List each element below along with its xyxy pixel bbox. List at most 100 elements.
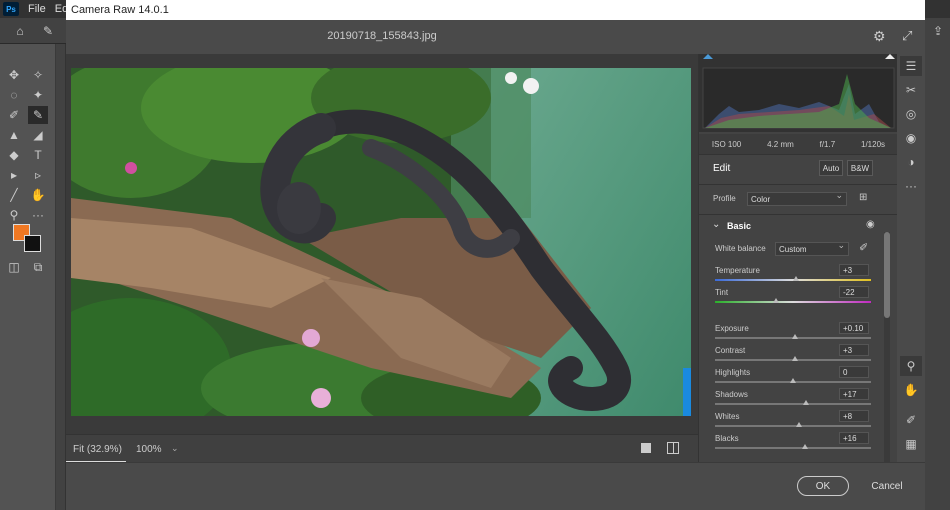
file-bar: 20190718_155843.jpg ⚙ ⤢ [66, 20, 925, 54]
slider-thumb[interactable] [772, 298, 779, 303]
hand-tool-icon[interactable]: ✋ [28, 186, 48, 204]
auto-button[interactable]: Auto [819, 160, 843, 176]
type-tool-icon[interactable]: T [28, 146, 48, 164]
ok-button[interactable]: OK [797, 476, 849, 496]
profile-select[interactable]: Color [747, 190, 847, 206]
chevron-down-icon[interactable]: ⌄ [712, 219, 720, 230]
eraser-tool-icon[interactable]: ◢ [28, 126, 48, 144]
presets-icon[interactable]: ◑ [900, 152, 922, 172]
slider-value-input[interactable]: +0.10 [839, 322, 869, 334]
slider-track[interactable] [715, 425, 871, 427]
more-tools-icon[interactable]: ··· [28, 206, 48, 224]
before-after-icon[interactable] [667, 442, 679, 454]
slider-label: Shadows [715, 390, 748, 399]
healing-icon[interactable]: ✂ [900, 80, 922, 100]
slider-track[interactable] [715, 447, 871, 449]
slider-label: Tint [715, 288, 729, 297]
profile-row: Profile Color ⊞ [699, 184, 898, 212]
chevron-down-icon[interactable]: ⌄ [171, 443, 179, 454]
edit-panel: ISO 100 4.2 mm f/1.7 1/120s Edit Auto B&… [698, 54, 898, 462]
more-options-icon[interactable]: ··· [900, 176, 922, 196]
filename: 20190718_155843.jpg [327, 30, 437, 42]
grid-overlay-icon[interactable]: ▦ [900, 434, 922, 454]
fullscreen-icon[interactable]: ⤢ [902, 28, 912, 44]
single-view-icon[interactable] [641, 443, 651, 453]
ps-options-bar: ⌂ ✎ [0, 18, 66, 44]
hand-icon[interactable]: ✋ [900, 380, 922, 400]
slider-value-input[interactable]: -22 [839, 286, 869, 298]
slider-thumb[interactable] [803, 400, 810, 405]
slider-value-input[interactable]: +17 [839, 388, 869, 400]
cancel-button[interactable]: Cancel [861, 476, 913, 496]
brush-icon[interactable]: ✎ [38, 22, 58, 40]
slider-label: Blacks [715, 434, 739, 443]
slider-track[interactable] [715, 403, 871, 405]
slider-thumb[interactable] [802, 444, 809, 449]
slider-label: Exposure [715, 324, 749, 333]
color-sampler-icon[interactable]: ✐ [900, 410, 922, 430]
slider-value-input[interactable]: 0 [839, 366, 869, 378]
slider-blacks: Blacks +16 [699, 432, 898, 454]
slider-temperature: Temperature +3 [699, 264, 898, 286]
slider-thumb[interactable] [791, 356, 798, 361]
slider-track[interactable] [715, 301, 871, 303]
highlight-clipping-icon [885, 54, 895, 59]
dialog-footer: OK Cancel [66, 462, 925, 510]
slider-contrast: Contrast +3 [699, 344, 898, 366]
preview-bottom-bar: Fit (32.9%) 100% ⌄ [66, 434, 698, 463]
edit-header: Edit Auto B&W [699, 154, 898, 182]
stamp-tool-icon[interactable]: ▲ [4, 126, 24, 144]
ps-toolbar: ✥ ✧ ◌ ✦ ✐ ✎ ▲ ◢ ◆ T ▸ ▹ ╱ ✋ ⚲ ··· ◫ ⧉ [0, 44, 56, 510]
slider-value-input[interactable]: +3 [839, 264, 869, 276]
move-tool-icon[interactable]: ✥ [4, 66, 24, 84]
menu-file[interactable]: File [28, 3, 46, 15]
direct-select-icon[interactable]: ▹ [28, 166, 48, 184]
quick-mask-icon[interactable]: ◫ [4, 258, 24, 276]
brush-tool-icon[interactable]: ✎ [28, 106, 48, 124]
panel-scrollbar-thumb[interactable] [884, 232, 890, 318]
home-icon[interactable]: ⌂ [10, 22, 30, 40]
slider-value-input[interactable]: +3 [839, 344, 869, 356]
path-select-icon[interactable]: ▸ [4, 166, 24, 184]
wb-eyedropper-icon[interactable]: ✐ [859, 241, 868, 254]
profile-browser-icon[interactable]: ⊞ [859, 192, 867, 203]
camera-metadata: ISO 100 4.2 mm f/1.7 1/120s [699, 134, 898, 154]
magic-eraser-icon[interactable]: ✧ [28, 66, 48, 84]
lasso-tool-icon[interactable]: ◌ [4, 86, 24, 104]
slider-thumb[interactable] [790, 378, 796, 383]
line-tool-icon[interactable]: ╱ [4, 186, 24, 204]
zoom-icon[interactable]: ⚲ [900, 356, 922, 376]
basic-section-header[interactable]: ⌄ Basic ◉ [699, 214, 898, 236]
slider-thumb[interactable] [791, 334, 798, 339]
slider-shadows: Shadows +17 [699, 388, 898, 410]
tool-strip: ☰ ✂ ◎ ◉ ◑ ··· ⚲ ✋ ✐ ▦ [897, 54, 925, 462]
red-eye-icon[interactable]: ◉ [900, 128, 922, 148]
slider-highlights: Highlights 0 [699, 366, 898, 388]
settings-gear-icon[interactable]: ⚙ [873, 28, 886, 45]
slider-label: Temperature [715, 266, 760, 275]
slider-whites: Whites +8 [699, 410, 898, 432]
magic-wand-icon[interactable]: ✦ [28, 86, 48, 104]
background-color-swatch[interactable] [24, 235, 41, 252]
histogram [699, 54, 898, 132]
zoom-tool-icon[interactable]: ⚲ [4, 206, 24, 224]
screen-mode-icon[interactable]: ⧉ [28, 258, 48, 276]
masking-icon[interactable]: ◎ [900, 104, 922, 124]
paint-bucket-icon[interactable]: ◆ [4, 146, 24, 164]
visibility-eye-icon[interactable]: ◉ [866, 219, 875, 230]
zoom-fit-option[interactable]: Fit (32.9%) [73, 444, 122, 455]
slider-thumb[interactable] [793, 276, 800, 281]
zoom-level-select[interactable]: 100% [136, 444, 162, 455]
preview-image[interactable] [71, 68, 691, 416]
edit-sliders-icon[interactable]: ☰ [900, 56, 922, 76]
slider-value-input[interactable]: +16 [839, 432, 869, 444]
white-balance-select[interactable]: Custom [775, 240, 849, 256]
slider-thumb[interactable] [796, 422, 803, 427]
slider-exposure: Exposure +0.10 [699, 322, 898, 344]
share-icon[interactable]: ⇪ [928, 22, 948, 40]
slider-value-input[interactable]: +8 [839, 410, 869, 422]
slider-label: Whites [715, 412, 740, 421]
edit-label: Edit [713, 163, 731, 174]
eyedropper-icon[interactable]: ✐ [4, 106, 24, 124]
bw-button[interactable]: B&W [847, 160, 873, 176]
